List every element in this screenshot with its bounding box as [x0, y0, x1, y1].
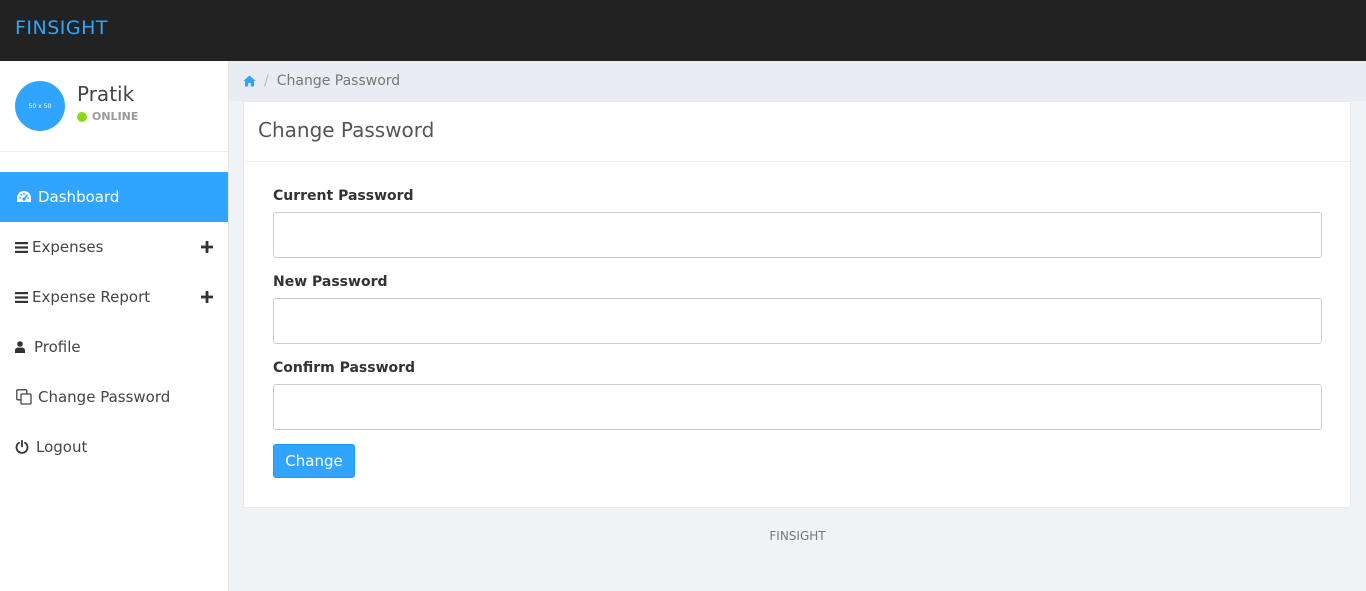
breadcrumb-current: Change Password	[276, 73, 401, 89]
brand-logo[interactable]: FINSIGHT	[15, 17, 108, 39]
clone-icon	[15, 389, 33, 405]
bars-icon	[15, 239, 28, 255]
current-password-label: Current Password	[273, 188, 414, 204]
sidebar-item-change-password[interactable]: Change Password	[0, 372, 228, 422]
confirm-password-input[interactable]	[273, 384, 1322, 430]
sidebar: 50 x 50 Pratik ONLINE Dashboard Expenses	[0, 61, 229, 591]
sidebar-item-expenses[interactable]: Expenses	[0, 222, 228, 272]
avatar: 50 x 50	[15, 81, 65, 131]
panel-title: Change Password	[244, 102, 1350, 162]
plus-icon[interactable]	[201, 238, 213, 256]
status-dot-icon	[77, 111, 87, 122]
sidebar-item-dashboard[interactable]: Dashboard	[0, 172, 228, 222]
sidebar-item-label: Logout	[36, 438, 88, 456]
footer-text: FINSIGHT	[769, 529, 826, 543]
new-password-label: New Password	[273, 274, 388, 290]
sidebar-menu: Dashboard Expenses Expense Report Profil…	[0, 172, 228, 472]
sidebar-item-profile[interactable]: Profile	[0, 322, 228, 372]
sidebar-item-label: Change Password	[38, 388, 171, 406]
current-password-input[interactable]	[273, 212, 1322, 258]
plus-icon[interactable]	[201, 288, 213, 306]
home-icon[interactable]	[243, 75, 256, 87]
sidebar-item-label: Dashboard	[38, 188, 120, 206]
sidebar-item-label: Expense Report	[32, 288, 151, 306]
top-navbar: FINSIGHT	[0, 0, 1366, 61]
change-button[interactable]: Change	[273, 444, 355, 478]
dashboard-icon	[15, 189, 33, 205]
sidebar-item-label: Expenses	[32, 238, 104, 256]
breadcrumb: / Change Password	[229, 61, 1366, 101]
confirm-password-label: Confirm Password	[273, 360, 416, 376]
status-text: ONLINE	[92, 110, 139, 123]
user-profile: 50 x 50 Pratik ONLINE	[0, 61, 228, 152]
sidebar-item-expense-report[interactable]: Expense Report	[0, 272, 228, 322]
profile-name: Pratik	[77, 82, 135, 106]
new-password-input[interactable]	[273, 298, 1322, 344]
breadcrumb-separator: /	[264, 73, 269, 89]
power-icon	[15, 439, 29, 455]
user-icon	[15, 339, 25, 355]
bars-icon	[15, 289, 28, 305]
sidebar-item-logout[interactable]: Logout	[0, 422, 228, 472]
status-badge: ONLINE	[77, 110, 138, 123]
sidebar-item-label: Profile	[34, 338, 81, 356]
change-password-panel: Change Password Current Password New Pas…	[243, 101, 1351, 508]
